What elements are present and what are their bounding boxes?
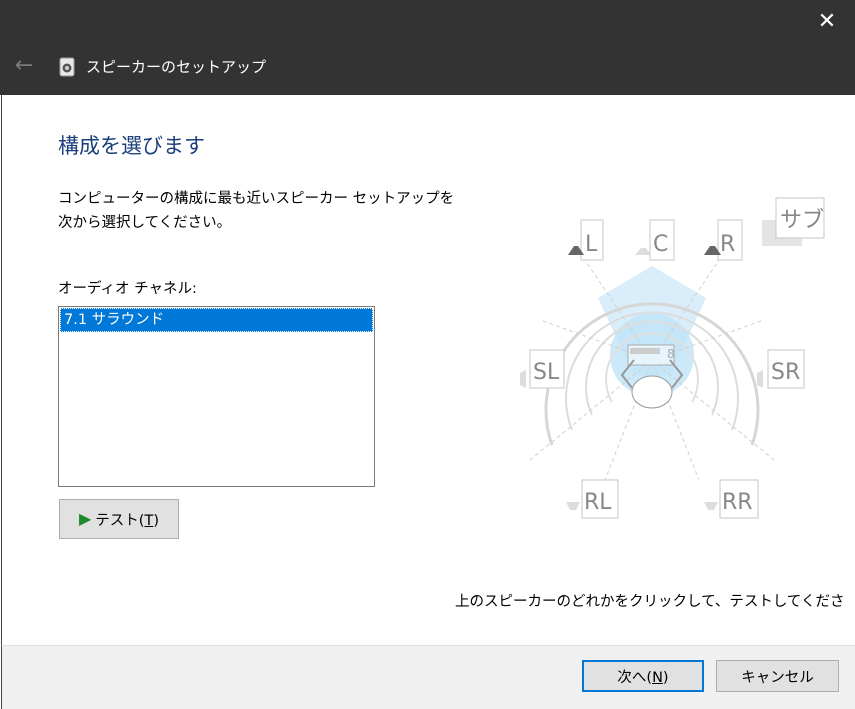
speaker-layout-diagram: 8 L C R サブ SL SR RL RR — [520, 197, 825, 519]
close-button[interactable]: ✕ — [809, 6, 845, 38]
cancel-button-label: キャンセル — [741, 669, 814, 686]
speaker-right[interactable]: R — [704, 219, 743, 261]
close-icon: ✕ — [817, 9, 837, 34]
cancel-button[interactable]: キャンセル — [716, 660, 839, 692]
next-button-label: 次へ(N) — [617, 669, 669, 686]
speaker-center[interactable]: C — [635, 219, 675, 261]
test-button-label: テスト(T) — [95, 512, 159, 529]
instruction-line-1: コンピューターの構成に最も近いスピーカー セットアップを — [58, 191, 455, 207]
svg-text:8: 8 — [667, 347, 675, 361]
back-arrow-icon: ← — [14, 53, 34, 78]
speaker-side-left[interactable]: SL — [520, 349, 565, 389]
next-button[interactable]: 次へ(N) — [582, 660, 704, 692]
speaker-side-right[interactable]: SR — [757, 349, 805, 389]
hint-text: 上のスピーカーのどれかをクリックして、テストしてくださ — [455, 594, 845, 610]
play-icon: ▶ — [78, 509, 92, 528]
page-title: 構成を選びます — [58, 134, 205, 158]
instruction-text: コンピューターの構成に最も近いスピーカー セットアップを 次から選択してください… — [58, 187, 454, 235]
title-bar: ✕ ← スピーカーのセットアップ — [0, 0, 855, 95]
speaker-rear-left[interactable]: RL — [566, 479, 619, 519]
svg-text:C: C — [653, 232, 668, 257]
svg-text:L: L — [585, 232, 598, 257]
speaker-subwoofer[interactable]: サブ — [762, 197, 825, 246]
speaker-rear-right[interactable]: RR — [704, 479, 759, 519]
svg-text:サブ: サブ — [780, 208, 824, 233]
back-button[interactable]: ← — [10, 52, 38, 80]
svg-text:RL: RL — [584, 490, 612, 515]
audio-channels-listbox[interactable]: 7.1 サラウンド — [58, 306, 375, 487]
speaker-left[interactable]: L — [568, 219, 604, 261]
svg-text:R: R — [720, 232, 735, 257]
svg-text:RR: RR — [722, 490, 753, 515]
test-button[interactable]: ▶ テスト(T) — [59, 499, 179, 539]
speaker-app-icon — [59, 57, 75, 77]
instruction-line-2: 次から選択してください。 — [58, 215, 232, 231]
audio-channels-label: オーディオ チャネル: — [58, 281, 197, 297]
list-item-7-1-surround[interactable]: 7.1 サラウンド — [60, 308, 373, 332]
svg-text:SR: SR — [771, 360, 800, 385]
svg-text:SL: SL — [533, 360, 560, 385]
window-title: スピーカーのセットアップ — [86, 58, 267, 76]
